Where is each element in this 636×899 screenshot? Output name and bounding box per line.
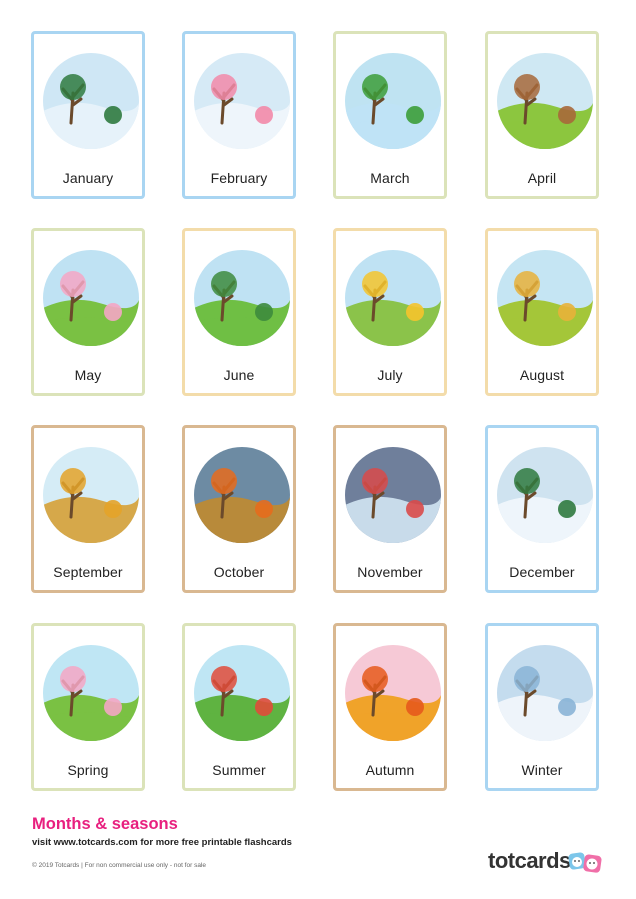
flashcard-spring: Spring [31, 623, 145, 791]
card-label: October [213, 564, 265, 580]
love-letter-icon [194, 53, 290, 149]
kids-faces-icon [568, 852, 602, 873]
card-label: March [370, 170, 410, 186]
card-label: January [62, 170, 114, 186]
christmas-tree-icon [497, 447, 593, 543]
card-label: December [509, 564, 575, 580]
green-tree-icon [194, 250, 290, 346]
summer-tree-icon [194, 645, 290, 741]
pumpkin-icon [194, 447, 290, 543]
sun-picnic-icon [345, 250, 441, 346]
card-label: November [357, 564, 423, 580]
flashcard-november: November [333, 425, 447, 593]
winter-tree-icon [497, 645, 593, 741]
flashcard-december: December [485, 425, 599, 593]
flashcard-february: February [182, 31, 296, 199]
card-label: Summer [212, 762, 266, 778]
flashcard-september: September [31, 425, 145, 593]
picnic-basket-icon [497, 53, 593, 149]
flashcard-autumn: Autumn [333, 623, 447, 791]
flashcard-august: August [485, 228, 599, 396]
flashcard-april: April [485, 31, 599, 199]
card-label: July [377, 367, 403, 383]
card-label: Autumn [365, 762, 415, 778]
brand-logo-text: totcards [488, 848, 571, 873]
deckchair-icon [497, 250, 593, 346]
flashcard-summer: Summer [182, 623, 296, 791]
blossom-tree-icon [43, 250, 139, 346]
fireworks-icon [345, 447, 441, 543]
card-label: September [53, 564, 123, 580]
flashcard-may: May [31, 228, 145, 396]
autumn-leaves-tree-icon [345, 645, 441, 741]
spring-tree-icon [43, 645, 139, 741]
flashcard-june: June [182, 228, 296, 396]
flashcard-winter: Winter [485, 623, 599, 791]
clover-icon [345, 53, 441, 149]
card-label: Spring [67, 762, 109, 778]
card-label: May [74, 367, 102, 383]
card-label: August [519, 367, 565, 383]
flashcard-july: July [333, 228, 447, 396]
website-note: visit www.totcards.com for more free pri… [32, 837, 292, 848]
copyright-note: © 2019 Totcards | For non commercial use… [32, 862, 206, 869]
page-title: Months & seasons [32, 815, 178, 833]
card-label: April [527, 170, 557, 186]
card-label: Winter [521, 762, 563, 778]
flashcard-march: March [333, 31, 447, 199]
snowy-tree-icon [43, 53, 139, 149]
flashcard-october: October [182, 425, 296, 593]
flashcard-grid: January February March April May June July Augu… [0, 0, 636, 810]
card-label: February [210, 170, 268, 186]
autumn-tree-icon [43, 447, 139, 543]
card-label: June [223, 367, 255, 383]
flashcard-january: January [31, 31, 145, 199]
